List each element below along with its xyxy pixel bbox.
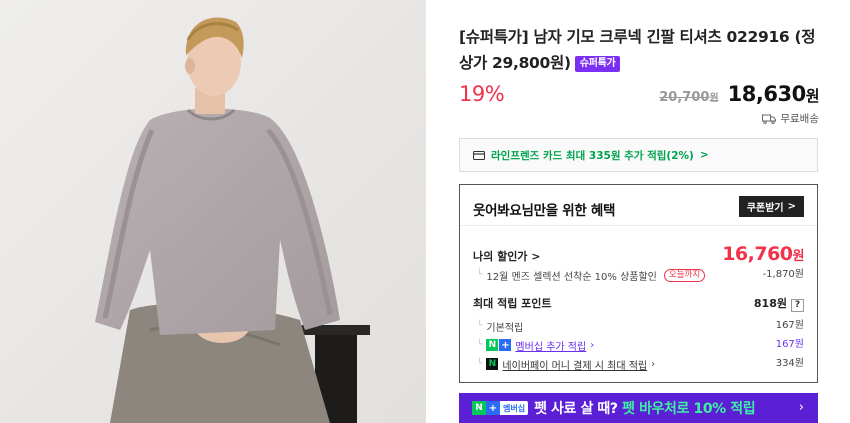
chevron-right-icon: > (699, 149, 709, 161)
plus-icon: + (486, 401, 500, 415)
points-label: 최대 적립 포인트 (473, 297, 552, 310)
help-icon[interactable]: ? (791, 299, 804, 312)
my-price-row: 나의 할인가 > 16,760원 (473, 243, 805, 265)
coupon-discount-value: -1,870원 (762, 269, 804, 280)
basic-points-row: └ 기본적립 167원 (473, 316, 804, 334)
divider (460, 225, 817, 226)
membership-tag-text: 멤버십 (503, 403, 526, 413)
branch-icon: └ (477, 321, 483, 331)
naver-membership-tag: N + 멤버십 (472, 401, 529, 415)
coupon-download-button[interactable]: 쿠폰받기 > (738, 196, 804, 217)
card-benefit-banner[interactable]: 라인프렌즈 카드 최대 335원 추가 적립(2%) > (459, 138, 818, 172)
original-price: 20,700원 (659, 90, 719, 105)
product-photo (0, 0, 426, 423)
today-only-tag: 오늘까지 (663, 268, 706, 282)
super-sale-badge: 슈퍼특가 (574, 56, 621, 72)
card-icon (473, 150, 485, 160)
naver-n-icon: N (486, 358, 499, 370)
my-price-value: 16,760원 (722, 243, 804, 265)
chevron-right-icon: › (798, 400, 804, 415)
points-row: 최대 적립 포인트 818원? (473, 295, 804, 312)
promo-text-prefix: 펫 사료 살 때? (534, 401, 618, 417)
product-title-text: [슈퍼특가] 남자 기모 크루넥 긴팔 티셔츠 022916 (정상가 29,8… (459, 28, 816, 72)
points-value: 818원? (754, 295, 804, 312)
membership-points-row: └ N + 멤버십 추가 적립 › 167원 (473, 335, 804, 353)
shipping-label: 무료배송 (780, 113, 819, 125)
my-price-link[interactable]: 나의 할인가 > (473, 248, 541, 264)
model-illustration (0, 0, 426, 423)
branch-icon: └ (477, 270, 483, 280)
chevron-right-icon: › (590, 339, 595, 351)
coupon-button-label: 쿠폰받기 (746, 203, 784, 214)
branch-icon: └ (477, 359, 483, 369)
chevron-right-icon: › (651, 358, 656, 370)
naver-plus-icon: N + (486, 339, 512, 351)
naverpay-points-link[interactable]: 네이버페이 머니 결제 시 최대 적립 (502, 357, 647, 372)
naver-n-icon: N (472, 401, 486, 415)
basic-points-value: 167원 (775, 320, 804, 331)
member-benefit-box: 웃어봐요님만을 위한 혜택 쿠폰받기 > 나의 할인가 > 16,760원 └ … (459, 184, 818, 383)
price-row: 20,700원 18,630원 (659, 82, 819, 106)
basic-points-text: 기본적립 (486, 322, 524, 334)
discount-rate: 19% (459, 82, 505, 106)
branch-icon: └ (477, 340, 483, 350)
membership-points-label: └ N + 멤버십 추가 적립 › (473, 338, 594, 353)
product-title: [슈퍼특가] 남자 기모 크루넥 긴팔 티셔츠 022916 (정상가 29,8… (459, 24, 819, 76)
naverpay-points-row: └ N 네이버페이 머니 결제 시 최대 적립 › 334원 (473, 354, 804, 372)
promo-text: 펫 사료 살 때? 펫 바우처로 10% 적립 (534, 398, 756, 418)
pet-voucher-promo-banner[interactable]: N + 멤버십 펫 사료 살 때? 펫 바우처로 10% 적립 › (459, 393, 818, 423)
membership-points-value: 167원 (775, 339, 804, 350)
truck-icon (762, 114, 777, 124)
coupon-line-text: 12월 멘즈 셀렉션 선착순 10% 상품할인 (486, 271, 657, 283)
chevron-right-icon: > (787, 201, 796, 212)
product-info-panel: [슈퍼특가] 남자 기모 크루넥 긴팔 티셔츠 022916 (정상가 29,8… (459, 0, 820, 423)
promo-text-highlight: 펫 바우처로 10% 적립 (622, 401, 756, 417)
naverpay-points-value: 334원 (775, 358, 804, 369)
chevron-right-icon: > (531, 250, 541, 263)
final-price: 18,630원 (727, 82, 820, 106)
shipping-info: 무료배송 (762, 111, 819, 126)
coupon-discount-row: └ 12월 멘즈 셀렉션 선착순 10% 상품할인 오늘까지 -1,870원 (473, 265, 804, 283)
card-benefit-text: 라인프렌즈 카드 최대 335원 추가 적립(2%) (491, 149, 694, 162)
naverpay-points-label: └ N 네이버페이 머니 결제 시 최대 적립 › (473, 357, 655, 372)
membership-points-link[interactable]: 멤버십 추가 적립 (515, 338, 586, 353)
benefit-heading: 웃어봐요님만을 위한 혜택 (473, 203, 616, 219)
basic-points-label: └ 기본적립 (473, 319, 523, 334)
coupon-discount-label: └ 12월 멘즈 셀렉션 선착순 10% 상품할인 오늘까지 (473, 268, 706, 283)
